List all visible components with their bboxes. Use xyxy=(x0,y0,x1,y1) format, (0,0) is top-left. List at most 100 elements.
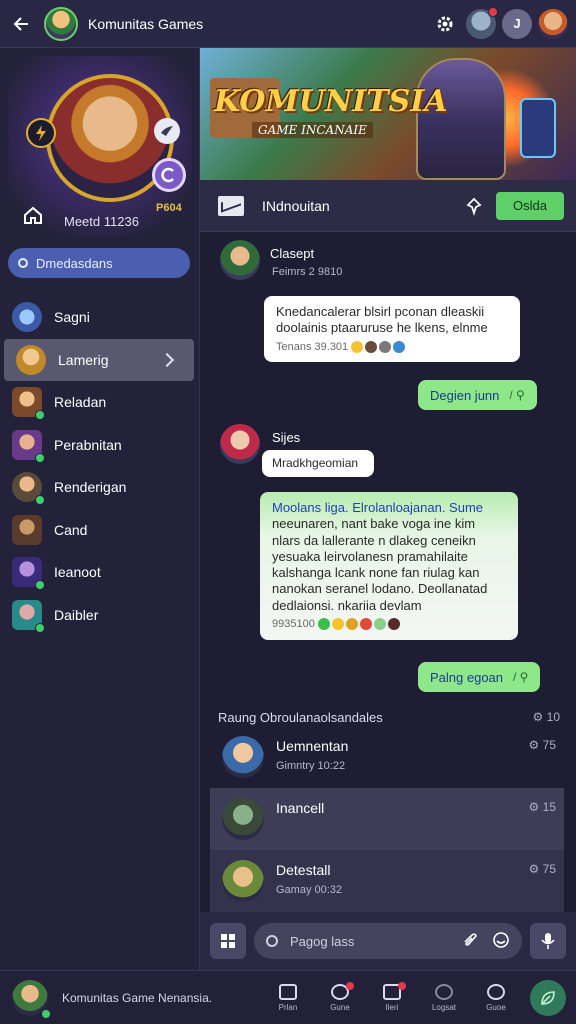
reladan-avatar xyxy=(12,387,45,421)
leaf-icon[interactable] xyxy=(530,979,566,1016)
emoji-icon xyxy=(317,617,330,630)
pin-icon[interactable] xyxy=(464,196,484,216)
nav-item-logsat[interactable]: Logsat xyxy=(418,983,470,1012)
message-avatar[interactable] xyxy=(220,424,260,464)
bolt-icon xyxy=(26,118,56,148)
sagni-icon xyxy=(12,302,42,333)
message-bubble-meta: 9935100 xyxy=(272,618,506,632)
emoji-icon xyxy=(387,617,400,630)
group-row-count: ⚙ 75 xyxy=(528,738,556,752)
reply-pill[interactable]: Degien junn / ⚲ xyxy=(418,380,537,410)
reply-pill[interactable]: Palng egoan / ⚲ xyxy=(418,662,541,692)
banner-title: KOMUNITSIA xyxy=(214,84,448,119)
message-text: Knedancalerar blsirl pconan dleaskii doo… xyxy=(276,304,488,336)
sidebar-item-label: Perabnitan xyxy=(54,436,122,453)
message-input[interactable]: Pagog lass xyxy=(254,923,522,959)
message-author: Clasept xyxy=(270,246,315,261)
community-avatar[interactable] xyxy=(12,979,51,1019)
microphone-icon[interactable] xyxy=(530,923,566,959)
perabnitan-avatar xyxy=(12,429,45,463)
emoji-icon xyxy=(331,617,344,630)
community-banner: KOMUNITSIA GAME INCANAIE xyxy=(200,48,576,180)
sidebar-item-label: Cand xyxy=(54,521,88,538)
sidebar-item-label: Reladan xyxy=(54,394,107,411)
rank-badge-icon xyxy=(152,158,186,192)
sidebar-item-perabnitan[interactable]: Perabnitan xyxy=(0,424,200,467)
group-count: ⚙ 10 xyxy=(532,710,560,724)
group-row[interactable]: Detestall Gamay 00:32 ⚙ 75 xyxy=(210,850,564,912)
chevron-right-icon xyxy=(159,352,175,367)
back-arrow-icon[interactable] xyxy=(8,10,36,38)
group-row-sub: Gimntry 10:22 xyxy=(276,760,346,772)
lamerig-avatar xyxy=(16,344,46,375)
mail-icon[interactable] xyxy=(218,195,244,216)
nav-item-guoe[interactable]: Guoe xyxy=(470,983,522,1012)
banner-knight-art xyxy=(416,58,506,180)
group-row-name: Uemnentan xyxy=(276,738,349,754)
group-row-count: ⚙ 75 xyxy=(528,862,556,876)
user-avatar[interactable] xyxy=(538,8,568,39)
community-avatar[interactable] xyxy=(44,6,78,41)
sidebar: Meetd 11236 P604 Dmedasdans Sagni Lameri… xyxy=(0,48,200,970)
sidebar-item-label: Sagni xyxy=(54,309,90,326)
sidebar-item-label: Renderigan xyxy=(54,479,127,496)
message-feed: Clasept Feimrs 2 9810 Knedancalerar blsi… xyxy=(200,232,576,912)
robot-avatar[interactable] xyxy=(466,6,498,39)
top-bar: Komunitas Games J xyxy=(0,0,576,48)
attach-icon[interactable] xyxy=(462,932,478,951)
channel-action-button[interactable]: Oslda xyxy=(496,191,564,220)
renderigan-avatar xyxy=(12,472,45,506)
group-row-name: Inancell xyxy=(276,800,325,816)
user-initial-avatar[interactable]: J xyxy=(502,8,532,39)
link-icon: / ⚲ xyxy=(513,670,529,684)
message-bubble-short: Mradkhgeomian xyxy=(262,450,374,477)
banner-weapon-art xyxy=(520,98,556,158)
group-row[interactable]: Inancell ⚙ 15 xyxy=(210,788,564,850)
globe-icon xyxy=(435,983,453,1000)
notification-dot xyxy=(398,981,406,990)
nav-item-gune[interactable]: Gune xyxy=(314,981,366,1012)
profile-code: P604 xyxy=(156,202,182,214)
message-avatar[interactable] xyxy=(220,240,260,280)
sidebar-item-ieanoot[interactable]: Ieanoot xyxy=(0,551,200,594)
grid-icon[interactable] xyxy=(210,923,246,959)
message-meta: Feimrs 2 9810 xyxy=(272,266,343,278)
profile-card: Meetd 11236 P604 xyxy=(8,56,192,236)
group-row[interactable]: Uemnentan Gimntry 10:22 ⚙ 75 xyxy=(210,726,564,788)
emoji-icon xyxy=(393,340,406,353)
sidebar-search[interactable]: Dmedasdans xyxy=(8,248,190,278)
nav-item-ileri[interactable]: Ileri xyxy=(366,981,418,1012)
sidebar-item-lamerig[interactable]: Lamerig xyxy=(4,338,194,381)
nav-item-prlan[interactable]: Prlan xyxy=(262,983,314,1012)
emoji-icon xyxy=(365,340,378,353)
group-row-count: ⚙ 15 xyxy=(528,800,556,814)
message-author: Sijes xyxy=(272,430,301,445)
channel-bar: INdnouitan Oslda xyxy=(200,180,576,232)
emoji-icon xyxy=(359,617,372,630)
sidebar-search-label: Dmedasdans xyxy=(36,255,113,271)
daibler-avatar xyxy=(12,599,45,633)
sidebar-item-renderigan[interactable]: Renderigan xyxy=(0,466,200,509)
channel-name: INdnouitan xyxy=(262,197,330,214)
sidebar-item-label: Ieanoot xyxy=(54,564,101,581)
notification-dot xyxy=(488,6,498,17)
gear-icon[interactable] xyxy=(430,9,460,39)
emoji-icon xyxy=(379,340,392,353)
home-icon[interactable] xyxy=(22,204,44,231)
sidebar-item-daibler[interactable]: Daibler xyxy=(0,594,200,637)
cand-avatar xyxy=(12,514,42,545)
emoji-picker-icon[interactable] xyxy=(492,931,510,952)
search-icon xyxy=(18,258,28,268)
sidebar-item-cand[interactable]: Cand xyxy=(0,509,200,552)
banner-subtitle: GAME INCANAIE xyxy=(252,122,373,138)
search-icon xyxy=(487,983,505,1000)
message-bubble-meta: Tenans 39.301 xyxy=(276,341,508,355)
emoji-icon xyxy=(351,340,364,353)
sidebar-nav: Sagni Lamerig Reladan Perabnitan Renderi… xyxy=(0,296,200,636)
group-row-avatar xyxy=(222,860,264,902)
member-id: Meetd 11236 xyxy=(64,214,139,229)
sidebar-item-sagni[interactable]: Sagni xyxy=(0,296,200,339)
bird-icon xyxy=(154,118,180,144)
sidebar-item-label: Daibler xyxy=(54,606,99,623)
sidebar-item-reladan[interactable]: Reladan xyxy=(0,381,200,424)
